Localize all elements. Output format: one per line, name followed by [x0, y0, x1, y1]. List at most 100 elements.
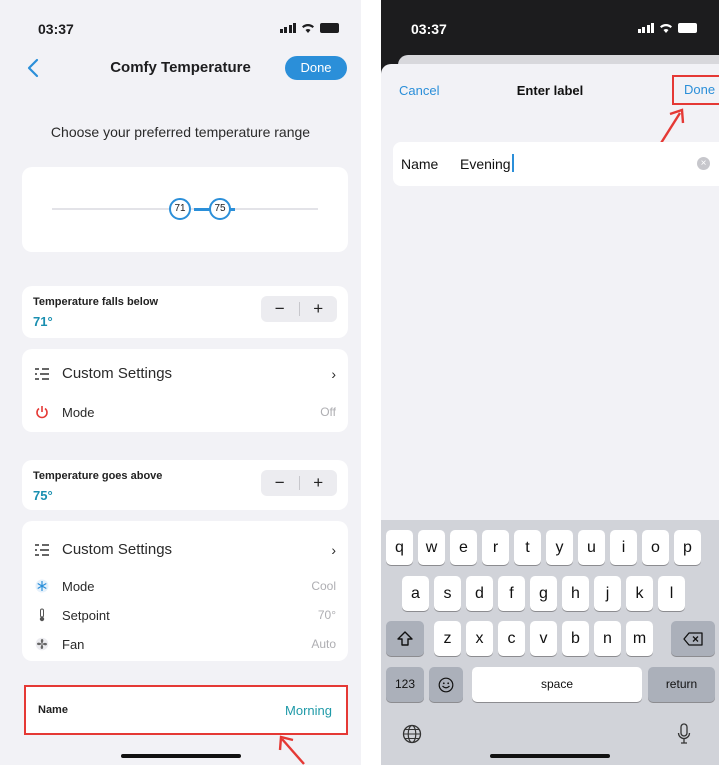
above-decrement-button[interactable]: − [261, 470, 299, 496]
right-phone-screen: 03:37 Cancel Enter label Done Name Eveni… [381, 0, 719, 765]
key-b[interactable]: b [562, 621, 589, 656]
mode-label: Mode [62, 404, 95, 420]
fan-value: Auto [311, 637, 336, 651]
below-decrement-button[interactable]: − [261, 296, 299, 322]
emoji-key[interactable] [429, 667, 463, 702]
mode-value: Off [320, 405, 336, 419]
below-increment-button[interactable]: + [300, 296, 338, 322]
home-indicator [490, 754, 610, 758]
microphone-icon[interactable] [677, 723, 691, 745]
name-value: Morning [285, 703, 332, 718]
left-phone-screen: 03:37 Comfy Temperature Done Choose your… [0, 0, 361, 765]
key-u[interactable]: u [578, 530, 605, 565]
done-button[interactable]: Done [672, 75, 719, 105]
settings-list-icon [34, 542, 50, 558]
custom-settings-label: Custom Settings [62, 365, 173, 382]
clear-text-icon[interactable]: × [697, 157, 710, 170]
chevron-right-icon: › [331, 541, 336, 558]
key-o[interactable]: o [642, 530, 669, 565]
range-slider-card: 71 75 [22, 167, 348, 252]
key-n[interactable]: n [594, 621, 621, 656]
key-m[interactable]: m [626, 621, 653, 656]
battery-icon [320, 23, 339, 33]
signal-icon [637, 23, 654, 33]
backspace-key[interactable] [671, 621, 715, 656]
key-z[interactable]: z [434, 621, 461, 656]
sheet-title: Enter label [516, 83, 584, 98]
key-s[interactable]: s [434, 576, 461, 611]
custom-settings-label: Custom Settings [62, 541, 173, 558]
below-label: Temperature falls below [33, 296, 159, 308]
status-time: 03:37 [38, 21, 74, 37]
keyboard: q w e r t y u i o p a s d f g h j k l z … [381, 520, 719, 765]
space-key[interactable]: space [472, 667, 642, 702]
key-g[interactable]: g [530, 576, 557, 611]
key-j[interactable]: j [594, 576, 621, 611]
mode-value: Cool [311, 579, 336, 593]
shift-arrow-icon [397, 631, 413, 646]
done-button[interactable]: Done [285, 56, 347, 80]
nav-bar: Comfy Temperature Done [0, 52, 361, 84]
fan-icon [34, 636, 50, 652]
return-key[interactable]: return [648, 667, 715, 702]
below-stepper: − + [261, 296, 337, 322]
above-value: 75° [33, 488, 53, 503]
key-w[interactable]: w [418, 530, 445, 565]
mode-label: Mode [62, 578, 95, 594]
wifi-icon [660, 24, 672, 33]
above-increment-button[interactable]: + [300, 470, 338, 496]
key-i[interactable]: i [610, 530, 637, 565]
above-custom-settings-row[interactable]: Custom Settings › [34, 541, 336, 558]
name-field-value[interactable]: Evening [460, 156, 511, 172]
above-setpoint-row: Setpoint 70° [34, 607, 336, 623]
fan-label: Fan [62, 636, 85, 652]
key-f[interactable]: f [498, 576, 525, 611]
key-l[interactable]: l [658, 576, 685, 611]
below-custom-settings-row[interactable]: Custom Settings › [34, 365, 336, 382]
chevron-right-icon: › [331, 365, 336, 382]
power-icon [34, 404, 50, 420]
key-d[interactable]: d [466, 576, 493, 611]
battery-icon [678, 23, 697, 33]
key-y[interactable]: y [546, 530, 573, 565]
thermometer-icon [34, 607, 50, 623]
snowflake-icon [34, 578, 50, 594]
below-value: 71° [33, 314, 53, 329]
key-x[interactable]: x [466, 621, 493, 656]
name-row[interactable]: Name Morning [24, 685, 348, 735]
slider-high-knob[interactable]: 75 [209, 198, 231, 220]
key-e[interactable]: e [450, 530, 477, 565]
wifi-icon [302, 24, 314, 33]
status-time: 03:37 [411, 21, 447, 37]
numbers-key[interactable]: 123 [386, 667, 424, 702]
name-field[interactable]: Name Evening × [393, 142, 719, 186]
key-a[interactable]: a [402, 576, 429, 611]
below-threshold-card: Temperature falls below 71° − + [22, 286, 348, 338]
below-settings-card: Custom Settings › Mode Off [22, 349, 348, 432]
key-c[interactable]: c [498, 621, 525, 656]
below-mode-row: Mode Off [34, 404, 336, 420]
key-t[interactable]: t [514, 530, 541, 565]
key-p[interactable]: p [674, 530, 701, 565]
globe-icon[interactable] [402, 724, 422, 744]
status-icons [637, 23, 697, 33]
key-h[interactable]: h [562, 576, 589, 611]
key-r[interactable]: r [482, 530, 509, 565]
key-q[interactable]: q [386, 530, 413, 565]
slider-low-knob[interactable]: 71 [169, 198, 191, 220]
backspace-icon [683, 632, 703, 646]
above-fan-row: Fan Auto [34, 636, 336, 652]
name-label: Name [38, 704, 68, 716]
signal-icon [279, 23, 296, 33]
shift-key[interactable] [386, 621, 424, 656]
status-bar: 03:37 [381, 0, 719, 48]
status-bar: 03:37 [0, 0, 361, 48]
annotation-arrow-icon [278, 735, 305, 765]
above-settings-card: Custom Settings › Mode Cool Setpoint 70°… [22, 521, 348, 661]
setpoint-value: 70° [317, 608, 336, 622]
setpoint-label: Setpoint [62, 607, 110, 623]
key-v[interactable]: v [530, 621, 557, 656]
key-k[interactable]: k [626, 576, 653, 611]
status-icons [279, 23, 339, 33]
settings-list-icon [34, 366, 50, 382]
